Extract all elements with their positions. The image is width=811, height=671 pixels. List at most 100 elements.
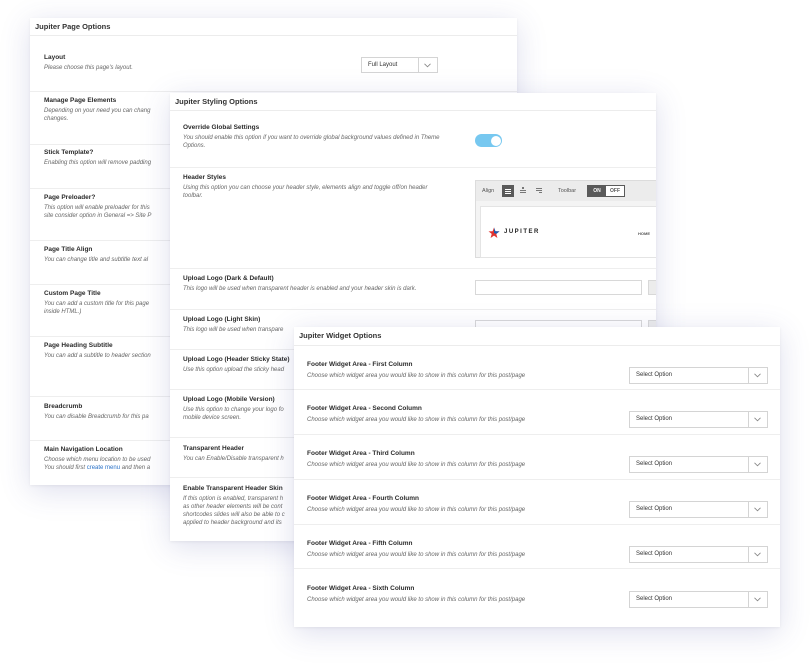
option-label: Enable Transparent Header Skin bbox=[183, 485, 283, 492]
option-label: Page Heading Subtitle bbox=[44, 342, 113, 349]
panel-title: Jupiter Styling Options bbox=[170, 93, 656, 111]
header-toolbar: Align Toolbar ON OFF bbox=[476, 181, 656, 201]
chevron-down-icon bbox=[748, 547, 767, 562]
option-desc: shortcodes slides will also be able to c bbox=[183, 512, 285, 518]
option-desc: site consider option in General => Site … bbox=[44, 213, 152, 219]
option-row-override: Override Global Settings You should enab… bbox=[170, 111, 656, 168]
option-label: Upload Logo (Dark & Default) bbox=[183, 275, 274, 282]
option-label: Upload Logo (Header Sticky State) bbox=[183, 356, 290, 363]
panel-title: Jupiter Page Options bbox=[30, 18, 517, 36]
option-desc: Choose which menu location to be used bbox=[44, 457, 151, 463]
panel-title: Jupiter Widget Options bbox=[294, 327, 780, 346]
toolbar-off-option[interactable]: OFF bbox=[606, 186, 624, 196]
option-desc: You can add a subtitle to header section bbox=[44, 353, 151, 359]
align-label: Align bbox=[482, 188, 495, 194]
option-desc: Enabling this option will remove padding bbox=[44, 160, 152, 166]
option-desc: Use this option upload the sticky head bbox=[183, 367, 285, 373]
nav-home-item: HOME bbox=[638, 231, 650, 236]
toolbar-label: Toolbar bbox=[558, 188, 577, 194]
layout-select[interactable]: Full Layout bbox=[361, 57, 438, 73]
option-desc: You should first create menu and then a bbox=[44, 464, 150, 472]
toolbar-on-off-switch[interactable]: ON OFF bbox=[587, 185, 625, 197]
option-desc: Choose which widget area you would like … bbox=[307, 507, 526, 513]
first-column-select[interactable]: Select Option bbox=[629, 367, 768, 384]
third-column-select[interactable]: Select Option bbox=[629, 456, 768, 473]
create-menu-link[interactable]: create menu bbox=[87, 465, 120, 471]
fifth-column-select[interactable]: Select Option bbox=[629, 546, 768, 563]
align-center-button[interactable] bbox=[518, 185, 530, 197]
chevron-down-icon bbox=[748, 502, 767, 517]
override-toggle[interactable] bbox=[475, 134, 502, 147]
option-label: Page Preloader? bbox=[44, 194, 96, 201]
sixth-column-select[interactable]: Select Option bbox=[629, 591, 768, 608]
option-label: Custom Page Title bbox=[44, 290, 101, 297]
chevron-down-icon bbox=[418, 58, 437, 72]
option-label: Footer Widget Area - Sixth Column bbox=[307, 585, 415, 592]
toolbar-on-option[interactable]: ON bbox=[588, 186, 606, 196]
option-label: Manage Page Elements bbox=[44, 97, 117, 104]
option-desc: Depending on your need you can chang bbox=[44, 108, 151, 114]
logo-dark-upload-button[interactable] bbox=[648, 280, 656, 295]
option-desc: applied to header background and its bbox=[183, 520, 282, 526]
widget-row-fifth: Footer Widget Area - Fifth Column Choose… bbox=[294, 524, 780, 569]
option-desc: Choose which widget area you would like … bbox=[307, 417, 526, 423]
option-desc: This logo will be used when transparent … bbox=[183, 286, 417, 292]
option-desc: You should enable this option if you wan… bbox=[183, 135, 440, 141]
chevron-down-icon bbox=[748, 457, 767, 472]
widget-options-panel: Jupiter Widget Options Footer Widget Are… bbox=[294, 327, 780, 627]
option-desc: You can add a custom title for this page bbox=[44, 301, 150, 307]
option-row-logo-dark: Upload Logo (Dark & Default) This logo w… bbox=[170, 268, 656, 310]
option-desc: Choose which widget area you would like … bbox=[307, 462, 526, 468]
option-label: Transparent Header bbox=[183, 445, 245, 452]
option-label: Footer Widget Area - Fifth Column bbox=[307, 540, 413, 547]
option-label: Override Global Settings bbox=[183, 124, 260, 131]
option-desc: You can Enable/Disable transparent h bbox=[183, 456, 284, 462]
option-label: Layout bbox=[44, 54, 66, 61]
jupiter-logo-icon bbox=[488, 226, 500, 244]
widget-row-fourth: Footer Widget Area - Fourth Column Choos… bbox=[294, 479, 780, 525]
select-value: Select Option bbox=[636, 416, 673, 422]
option-label: Breadcrumb bbox=[44, 403, 83, 410]
option-label: Footer Widget Area - Third Column bbox=[307, 450, 415, 457]
option-desc: Choose which widget area you would like … bbox=[307, 373, 526, 379]
option-desc: This option will enable preloader for th… bbox=[44, 205, 150, 211]
widget-row-third: Footer Widget Area - Third Column Choose… bbox=[294, 434, 780, 480]
align-right-button[interactable] bbox=[534, 185, 546, 197]
option-label: Stick Template? bbox=[44, 149, 94, 156]
option-label: Footer Widget Area - Second Column bbox=[307, 405, 422, 412]
option-desc: Choose which widget area you would like … bbox=[307, 597, 526, 603]
second-column-select[interactable]: Select Option bbox=[629, 411, 768, 428]
desc-text: and then a bbox=[120, 465, 151, 471]
option-desc: Using this option you can choose your he… bbox=[183, 185, 428, 191]
select-value: Select Option bbox=[636, 596, 673, 602]
option-desc: mobile device screen. bbox=[183, 415, 242, 421]
option-desc: Please choose this page's layout. bbox=[44, 65, 133, 71]
widget-row-sixth: Footer Widget Area - Sixth Column Choose… bbox=[294, 568, 780, 627]
logo-text: JUPITER bbox=[504, 229, 540, 235]
chevron-down-icon bbox=[748, 368, 767, 383]
option-desc: Use this option to change your logo fo bbox=[183, 407, 284, 413]
option-desc: Options. bbox=[183, 143, 206, 149]
select-value: Full Layout bbox=[368, 62, 398, 68]
option-desc: If this option is enabled, transparent h bbox=[183, 496, 284, 502]
option-label: Main Navigation Location bbox=[44, 446, 123, 453]
option-label: Header Styles bbox=[183, 174, 226, 181]
option-row-layout: Layout Please choose this page's layout.… bbox=[30, 36, 517, 92]
header-style-preview: Align Toolbar ON OFF JUPITER HOME bbox=[475, 180, 656, 258]
option-label: Footer Widget Area - Fourth Column bbox=[307, 495, 419, 502]
option-desc: as other header elements will be cont bbox=[183, 504, 283, 510]
select-value: Select Option bbox=[636, 372, 673, 378]
chevron-down-icon bbox=[748, 592, 767, 607]
chevron-down-icon bbox=[748, 412, 767, 427]
fourth-column-select[interactable]: Select Option bbox=[629, 501, 768, 518]
align-left-button[interactable] bbox=[502, 185, 514, 197]
header-preview-canvas: JUPITER HOME bbox=[480, 206, 656, 258]
option-label: Upload Logo (Light Skin) bbox=[183, 316, 261, 323]
logo-dark-url-input[interactable] bbox=[475, 280, 642, 295]
select-value: Select Option bbox=[636, 551, 673, 557]
option-desc: toolbar. bbox=[183, 193, 203, 199]
widget-row-second: Footer Widget Area - Second Column Choos… bbox=[294, 389, 780, 435]
option-label: Upload Logo (Mobile Version) bbox=[183, 396, 275, 403]
option-desc: You can change title and subtitle text a… bbox=[44, 257, 149, 263]
option-label: Footer Widget Area - First Column bbox=[307, 361, 413, 368]
